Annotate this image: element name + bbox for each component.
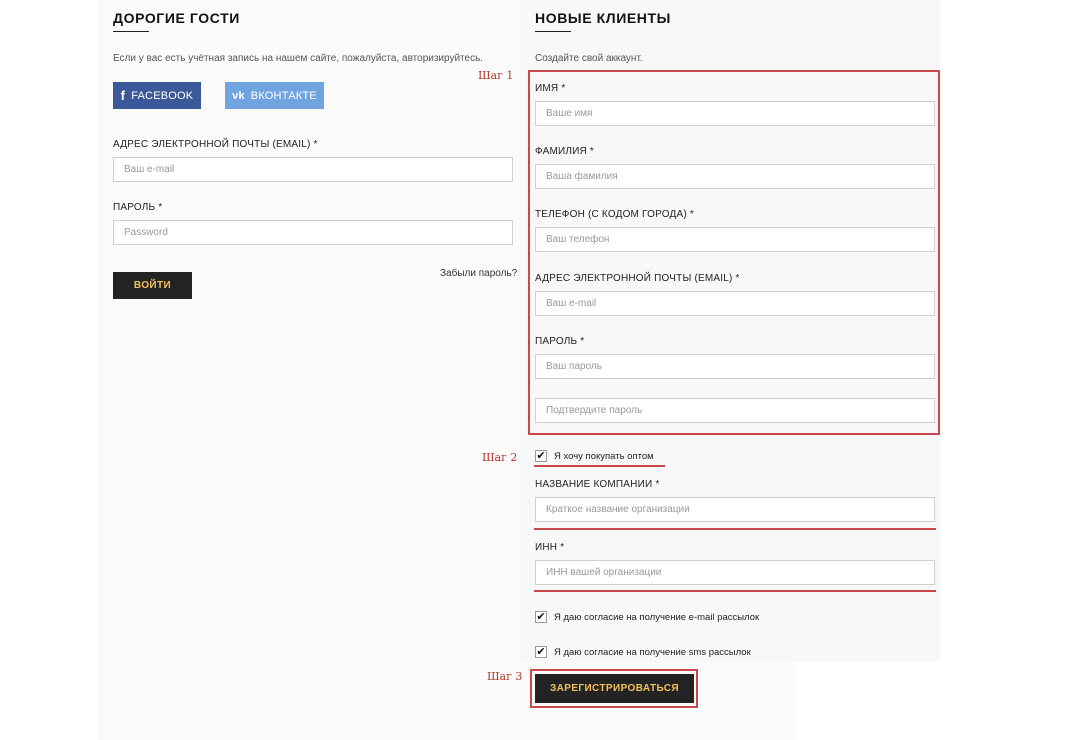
- phone-placeholder: Ваш телефон: [546, 234, 610, 245]
- vk-label: ВКОНТАКТЕ: [250, 89, 317, 102]
- inn-label: ИНН *: [535, 542, 565, 553]
- login-title-underline: [113, 31, 149, 32]
- login-email-input[interactable]: Ваш e-mail: [113, 157, 513, 182]
- login-panel: [98, 0, 528, 740]
- sms-consent-label: Я даю согласие на получение sms рассылок: [554, 646, 751, 658]
- sms-consent-checkbox[interactable]: ✔: [535, 646, 547, 658]
- forgot-password-link[interactable]: Забыли пароль?: [440, 268, 517, 279]
- facebook-label: FACEBOOK: [131, 89, 194, 102]
- wholesale-checkbox[interactable]: ✔: [535, 450, 547, 462]
- vk-login-button[interactable]: vk ВКОНТАКТЕ: [225, 82, 324, 109]
- login-password-label: ПАРОЛЬ *: [113, 202, 163, 213]
- register-email-placeholder: Ваш e-mail: [546, 298, 597, 309]
- company-input[interactable]: Краткое название организации: [535, 497, 935, 522]
- checkmark-icon: ✔: [536, 645, 546, 658]
- register-submit-button[interactable]: ЗАРЕГИСТРИРОВАТЬСЯ: [535, 674, 694, 703]
- phone-label: ТЕЛЕФОН (С КОДОМ ГОРОДА) *: [535, 209, 694, 220]
- register-title-underline: [535, 31, 571, 32]
- wholesale-label: Я хочу покупать оптом: [554, 450, 654, 462]
- vk-icon: vk: [232, 89, 245, 102]
- name-placeholder: Ваше имя: [546, 108, 593, 119]
- confirm-password-placeholder: Подтвердите пароль: [546, 405, 643, 416]
- step3-annotation: Шаг 3: [487, 670, 523, 683]
- register-password-input[interactable]: Ваш пароль: [535, 354, 935, 379]
- login-email-label: АДРЕС ЭЛЕКТРОННОЙ ПОЧТЫ (EMAIL) *: [113, 139, 318, 150]
- login-email-placeholder: Ваш e-mail: [124, 164, 175, 175]
- company-label: НАЗВАНИЕ КОМПАНИИ *: [535, 479, 660, 490]
- register-intro: Создайте свой аккаунт.: [535, 53, 643, 64]
- login-title: ДОРОГИЕ ГОСТИ: [113, 10, 240, 26]
- checkmark-icon: ✔: [536, 610, 546, 623]
- register-email-label: АДРЕС ЭЛЕКТРОННОЙ ПОЧТЫ (EMAIL) *: [535, 273, 740, 284]
- email-consent-checkbox[interactable]: ✔: [535, 611, 547, 623]
- login-password-input[interactable]: Password: [113, 220, 513, 245]
- company-underline: [534, 528, 936, 530]
- email-consent-row[interactable]: ✔ Я даю согласие на получение e-mail рас…: [535, 611, 759, 623]
- facebook-icon: f: [120, 88, 126, 103]
- name-input[interactable]: Ваше имя: [535, 101, 935, 126]
- surname-placeholder: Ваша фамилия: [546, 171, 618, 182]
- register-title: НОВЫЕ КЛИЕНТЫ: [535, 10, 671, 26]
- facebook-login-button[interactable]: f FACEBOOK: [113, 82, 201, 109]
- confirm-password-input[interactable]: Подтвердите пароль: [535, 398, 935, 423]
- register-email-input[interactable]: Ваш e-mail: [535, 291, 935, 316]
- step2-annotation: Шаг 2: [482, 451, 518, 464]
- checkmark-icon: ✔: [536, 449, 546, 462]
- email-consent-label: Я даю согласие на получение e-mail рассы…: [554, 611, 760, 623]
- phone-input[interactable]: Ваш телефон: [535, 227, 935, 252]
- step1-annotation: Шаг 1: [478, 69, 514, 82]
- sms-consent-row[interactable]: ✔ Я даю согласие на получение sms рассыл…: [535, 646, 751, 658]
- surname-label: ФАМИЛИЯ *: [535, 146, 595, 157]
- wholesale-checkbox-row[interactable]: ✔ Я хочу покупать оптом: [535, 450, 654, 462]
- step2-underline: [534, 465, 665, 467]
- login-intro: Если у вас есть учётная запись на нашем …: [113, 53, 484, 64]
- company-placeholder: Краткое название организации: [546, 504, 690, 515]
- register-password-placeholder: Ваш пароль: [546, 361, 602, 372]
- inn-input[interactable]: ИНН вашей организации: [535, 560, 935, 585]
- login-password-placeholder: Password: [124, 227, 168, 238]
- surname-input[interactable]: Ваша фамилия: [535, 164, 935, 189]
- inn-placeholder: ИНН вашей организации: [546, 567, 662, 578]
- register-password-label: ПАРОЛЬ *: [535, 336, 585, 347]
- login-button[interactable]: ВОЙТИ: [113, 272, 192, 299]
- inn-underline: [534, 590, 936, 592]
- name-label: ИМЯ *: [535, 83, 566, 94]
